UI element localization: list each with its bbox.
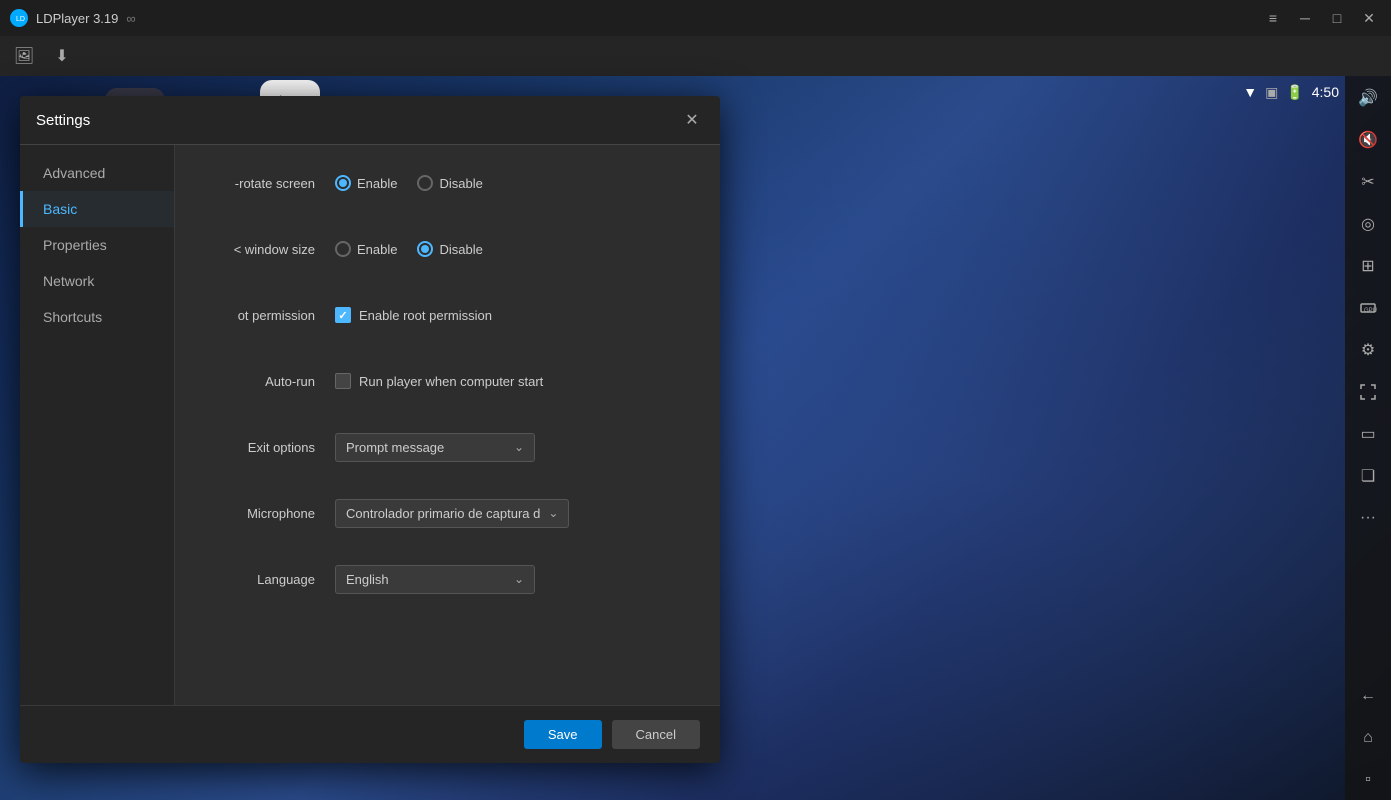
exit-options-arrow: ⌄ — [514, 440, 524, 454]
auto-run-controls: Run player when computer start — [335, 373, 690, 389]
copy-icon[interactable]: ❏ — [1348, 456, 1388, 496]
import-icon[interactable]: ⊞ — [1348, 246, 1388, 286]
language-value: English — [346, 572, 389, 587]
root-permission-label: ot permission — [205, 308, 335, 323]
language-label: Language — [205, 572, 335, 587]
window-disable-label: Disable — [439, 242, 482, 257]
microphone-value: Controlador primario de captura d — [346, 506, 540, 521]
settings-dialog: Settings ✕ Advanced Basic Properties Net… — [20, 96, 720, 763]
download-button[interactable]: ⬇ — [48, 42, 76, 70]
root-permission-controls: ✓ Enable root permission — [335, 307, 690, 323]
language-dropdown[interactable]: English ⌄ — [335, 565, 535, 594]
settings-title: Settings — [36, 112, 90, 129]
root-permission-row: ot permission ✓ Enable root permission — [205, 297, 690, 333]
settings-icon[interactable]: ⚙ — [1348, 330, 1388, 370]
window-disable-radio-inner — [421, 245, 429, 253]
volume-icon[interactable]: 🔊 — [1348, 78, 1388, 118]
microphone-row: Microphone Controlador primario de captu… — [205, 495, 690, 531]
rotate-screen-row: -rotate screen Enable Disable — [205, 165, 690, 201]
rotate-disable-label: Disable — [439, 176, 482, 191]
window-size-row: < window size Enable Disable — [205, 231, 690, 267]
rotate-enable-label: Enable — [357, 176, 397, 191]
settings-header: Settings ✕ — [20, 96, 720, 145]
microphone-dropdown[interactable]: Controlador primario de captura d ⌄ — [335, 499, 569, 528]
settings-footer: Save Cancel — [20, 705, 720, 763]
screenshot-button[interactable]: 🖼 — [10, 42, 38, 70]
cancel-button[interactable]: Cancel — [612, 720, 700, 749]
menu-button[interactable]: ≡ — [1259, 4, 1287, 32]
display-icon[interactable]: ▭ — [1348, 414, 1388, 454]
link-icon: ∞ — [126, 11, 135, 26]
nav-properties[interactable]: Properties — [20, 227, 174, 263]
exit-options-dropdown[interactable]: Prompt message ⌄ — [335, 433, 535, 462]
close-button[interactable]: ✕ — [1355, 4, 1383, 32]
window-size-label: < window size — [205, 242, 335, 257]
toolbar: 🖼 ⬇ ▼ ▣ 🔋 4:50 — [0, 36, 1391, 76]
home-icon[interactable]: ⌂ — [1348, 718, 1388, 758]
auto-run-label: Auto-run — [205, 374, 335, 389]
title-bar: LD LDPlayer 3.19 ∞ ≡ ─ □ ✕ — [0, 0, 1391, 36]
language-controls: English ⌄ — [335, 565, 690, 594]
desktop: LD LDPlayer 3.19 ∞ ≡ ─ □ ✕ 🖼 ⬇ ▼ ▣ 🔋 4:5… — [0, 0, 1391, 800]
more-icon[interactable]: ··· — [1348, 498, 1388, 538]
scissors-icon[interactable]: ✂ — [1348, 162, 1388, 202]
auto-run-checkbox-group[interactable]: Run player when computer start — [335, 373, 543, 389]
app-icon: LD — [10, 9, 28, 27]
rotate-enable-radio-inner — [339, 179, 347, 187]
rotate-enable-radio-outer — [335, 175, 351, 191]
exit-options-label: Exit options — [205, 440, 335, 455]
window-enable-label: Enable — [357, 242, 397, 257]
gpu-icon[interactable]: GPU — [1348, 288, 1388, 328]
settings-body: Advanced Basic Properties Network Shortc… — [20, 145, 720, 705]
auto-run-checkbox-label: Run player when computer start — [359, 374, 543, 389]
maximize-button[interactable]: □ — [1323, 4, 1351, 32]
settings-nav: Advanced Basic Properties Network Shortc… — [20, 145, 175, 705]
rotate-enable-radio[interactable]: Enable — [335, 175, 397, 191]
exit-options-value: Prompt message — [346, 440, 444, 455]
nav-shortcuts[interactable]: Shortcuts — [20, 299, 174, 335]
right-sidebar: ⌨ 🔊 🔇 ✂ ◎ ⊞ GPU ⚙ ▭ ❏ ··· ← ⌂ ▫ — [1345, 0, 1391, 800]
exit-options-row: Exit options Prompt message ⌄ — [205, 429, 690, 465]
location-icon[interactable]: ◎ — [1348, 204, 1388, 244]
microphone-controls: Controlador primario de captura d ⌄ — [335, 499, 690, 528]
svg-text:LD: LD — [16, 16, 25, 23]
nav-network[interactable]: Network — [20, 263, 174, 299]
window-enable-radio-outer — [335, 241, 351, 257]
microphone-label: Microphone — [205, 506, 335, 521]
root-permission-tick: ✓ — [338, 309, 347, 322]
rotate-disable-radio[interactable]: Disable — [417, 175, 482, 191]
exit-options-controls: Prompt message ⌄ — [335, 433, 690, 462]
rotate-screen-label: -rotate screen — [205, 176, 335, 191]
window-enable-radio[interactable]: Enable — [335, 241, 397, 257]
settings-content: -rotate screen Enable Disable — [175, 145, 720, 705]
auto-run-checkbox — [335, 373, 351, 389]
save-button[interactable]: Save — [524, 720, 602, 749]
minimize-button[interactable]: ─ — [1291, 4, 1319, 32]
back-icon[interactable]: ← — [1348, 676, 1388, 716]
root-permission-checkbox-group[interactable]: ✓ Enable root permission — [335, 307, 492, 323]
svg-text:GPU: GPU — [1364, 308, 1377, 314]
root-permission-checkbox-label: Enable root permission — [359, 308, 492, 323]
nav-basic[interactable]: Basic — [20, 191, 174, 227]
recents-icon[interactable]: ▫ — [1348, 760, 1388, 800]
microphone-arrow: ⌄ — [548, 506, 558, 520]
fullscreen-icon[interactable] — [1348, 372, 1388, 412]
language-arrow: ⌄ — [514, 572, 524, 586]
window-size-controls: Enable Disable — [335, 241, 690, 257]
app-title: LDPlayer 3.19 — [36, 11, 118, 26]
title-bar-controls: ≡ ─ □ ✕ — [1259, 4, 1391, 32]
settings-close-button[interactable]: ✕ — [680, 108, 704, 132]
window-disable-radio[interactable]: Disable — [417, 241, 482, 257]
root-permission-checkbox: ✓ — [335, 307, 351, 323]
auto-run-row: Auto-run Run player when computer start — [205, 363, 690, 399]
window-disable-radio-outer — [417, 241, 433, 257]
rotate-disable-radio-outer — [417, 175, 433, 191]
language-row: Language English ⌄ — [205, 561, 690, 597]
mute-icon[interactable]: 🔇 — [1348, 120, 1388, 160]
nav-advanced[interactable]: Advanced — [20, 155, 174, 191]
settings-overlay: Settings ✕ Advanced Basic Properties Net… — [0, 76, 1345, 800]
title-bar-left: LD LDPlayer 3.19 ∞ — [0, 9, 1259, 27]
rotate-screen-controls: Enable Disable — [335, 175, 690, 191]
